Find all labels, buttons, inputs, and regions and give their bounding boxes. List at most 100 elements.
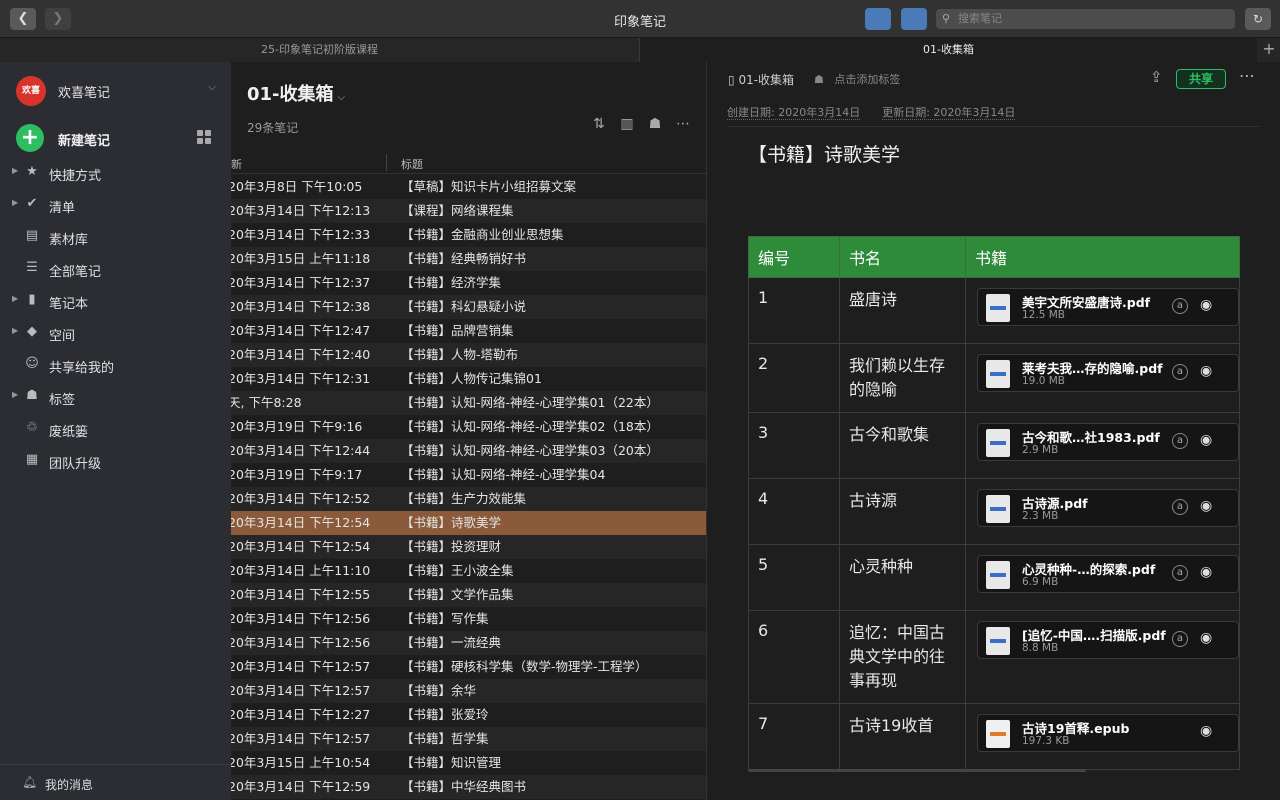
attachment[interactable]: 心灵种种-…的探索.pdf 6.9 MB a ◉ <box>977 555 1239 593</box>
note-row[interactable]: 20年3月14日 下午12:38 【书籍】科幻悬疑小说 <box>231 295 706 319</box>
sidebar-item-8[interactable]: ♲ 废纸篓 <box>0 414 231 444</box>
sidebar-item-0[interactable]: ▶ ★ 快捷方式 <box>0 158 231 188</box>
expand-arrow-icon[interactable]: ▶ <box>12 390 18 399</box>
note-row[interactable]: 20年3月14日 上午11:10 【书籍】王小波全集 <box>231 559 706 583</box>
note-row[interactable]: 20年3月14日 下午12:57 【书籍】余华 <box>231 679 706 703</box>
note-row[interactable]: 20年3月19日 下午9:17 【书籍】认知-网络-神经-心理学集04 <box>231 463 706 487</box>
tab-inbox[interactable]: 01-收集箱 <box>639 38 1257 62</box>
note-date: 天, 下午8:28 <box>231 395 302 410</box>
tag-filter-icon[interactable]: ☗ <box>641 116 669 132</box>
more-icon[interactable]: ⋯ <box>669 116 697 132</box>
sidebar-item-6[interactable]: ☺ 共享给我的 <box>0 350 231 380</box>
sidebar-item-1[interactable]: ▶ ✔ 清单 <box>0 190 231 220</box>
expand-arrow-icon[interactable]: ▶ <box>12 294 18 303</box>
sync-button[interactable]: ↻ <box>1245 8 1271 30</box>
preview-eye-icon[interactable]: ◉ <box>1200 363 1212 379</box>
note-title[interactable]: 【书籍】诗歌美学 <box>748 140 900 167</box>
note-date: 20年3月14日 下午12:54 <box>231 539 371 554</box>
note-row[interactable]: 20年3月19日 下午9:16 【书籍】认知-网络-神经-心理学集02（18本） <box>231 415 706 439</box>
note-row[interactable]: 20年3月14日 下午12:44 【书籍】认知-网络-神经-心理学集03（20本） <box>231 439 706 463</box>
note-row[interactable]: 20年3月14日 下午12:57 【书籍】哲学集 <box>231 727 706 751</box>
note-row[interactable]: 天, 下午8:28 【书籍】认知-网络-神经-心理学集01（22本） <box>231 391 706 415</box>
attachment[interactable]: [追忆-中国….扫描版.pdf 8.8 MB a ◉ <box>977 621 1239 659</box>
note-title: 【书籍】生产力效能集 <box>401 491 527 506</box>
note-row[interactable]: 20年3月14日 下午12:54 【书籍】诗歌美学 <box>231 511 706 535</box>
sidebar-item-label: 空间 <box>49 329 76 344</box>
new-tab-button[interactable]: + <box>1258 38 1280 62</box>
share-button[interactable]: 共享 <box>1176 69 1226 89</box>
view-options-icon[interactable]: ▥ <box>613 116 641 132</box>
tab-course[interactable]: 25-印象笔记初阶版课程 <box>0 38 639 62</box>
note-row[interactable]: 20年3月15日 上午10:54 【书籍】知识管理 <box>231 751 706 775</box>
notebook-selector[interactable]: ▯ 01-收集箱 <box>728 71 794 88</box>
preview-eye-icon[interactable]: ◉ <box>1200 630 1212 646</box>
attachment[interactable]: 古诗19首释.epub 197.3 KB ◉ <box>977 714 1239 752</box>
my-messages[interactable]: 🔔︎ 我的消息 <box>0 764 231 800</box>
horizontal-scrollbar[interactable] <box>748 769 1086 772</box>
note-row[interactable]: 20年3月14日 下午12:33 【书籍】金融商业创业思想集 <box>231 223 706 247</box>
annotate-icon[interactable]: a <box>1172 298 1188 314</box>
attachment-size: 2.3 MB <box>1022 510 1059 522</box>
attachment[interactable]: 古今和歌…社1983.pdf 2.9 MB a ◉ <box>977 423 1239 461</box>
note-row[interactable]: 20年3月14日 下午12:13 【课程】网络课程集 <box>231 199 706 223</box>
note-row[interactable]: 20年3月14日 下午12:59 【书籍】中华经典图书 <box>231 775 706 799</box>
attachment[interactable]: 莱考夫我…存的隐喻.pdf 19.0 MB a ◉ <box>977 354 1239 392</box>
preview-eye-icon[interactable]: ◉ <box>1200 432 1212 448</box>
add-tag-field[interactable]: ☗ 点击添加标签 <box>814 71 900 87</box>
export-icon[interactable]: ⇪ <box>1150 68 1163 86</box>
updated-date[interactable]: 更新日期: 2020年3月14日 <box>882 106 1016 120</box>
note-row[interactable]: 20年3月14日 下午12:47 【书籍】品牌营销集 <box>231 319 706 343</box>
expand-arrow-icon[interactable]: ▶ <box>12 198 18 207</box>
sort-icon[interactable]: ⇅ <box>585 116 613 132</box>
expand-arrow-icon[interactable]: ▶ <box>12 326 18 335</box>
book-number: 7 <box>748 703 840 770</box>
column-title[interactable]: 标题 <box>401 156 423 172</box>
annotate-icon[interactable]: a <box>1172 433 1188 449</box>
search-input[interactable]: ⚲ 搜索笔记 <box>936 9 1235 29</box>
sidebar-item-4[interactable]: ▶ ▮ 笔记本 <box>0 286 231 316</box>
notebook-title[interactable]: 01-收集箱 ⌵ <box>247 80 345 106</box>
more-icon[interactable]: ⋯ <box>1239 66 1255 85</box>
column-divider[interactable] <box>386 154 387 171</box>
templates-grid-icon[interactable] <box>197 130 211 144</box>
note-row[interactable]: 20年3月14日 下午12:40 【书籍】人物-塔勒布 <box>231 343 706 367</box>
sidebar-item-3[interactable]: ☰ 全部笔记 <box>0 254 231 284</box>
sidebar-item-5[interactable]: ▶ ◆ 空间 <box>0 318 231 348</box>
new-window-button[interactable] <box>901 8 927 30</box>
note-row[interactable]: 20年3月14日 下午12:56 【书籍】一流经典 <box>231 631 706 655</box>
note-row[interactable]: 20年3月15日 上午11:18 【书籍】经典畅销好书 <box>231 247 706 271</box>
annotate-icon[interactable]: a <box>1172 364 1188 380</box>
account-name: 欢喜笔记 <box>58 86 111 101</box>
preview-eye-icon[interactable]: ◉ <box>1200 297 1212 313</box>
layout-toggle-button[interactable] <box>865 8 891 30</box>
note-row[interactable]: 20年3月14日 下午12:52 【书籍】生产力效能集 <box>231 487 706 511</box>
annotate-icon[interactable]: a <box>1172 499 1188 515</box>
attachment[interactable]: 美宇文所安盛唐诗.pdf 12.5 MB a ◉ <box>977 288 1239 326</box>
note-row[interactable]: 20年3月14日 下午12:27 【书籍】张爱玲 <box>231 703 706 727</box>
sidebar-item-label: 共享给我的 <box>49 361 115 376</box>
note-row[interactable]: 20年3月14日 下午12:57 【书籍】硬核科学集（数学-物理学-工程学） <box>231 655 706 679</box>
created-date[interactable]: 创建日期: 2020年3月14日 <box>727 106 861 120</box>
note-row[interactable]: 20年3月14日 下午12:31 【书籍】人物传记集锦01 <box>231 367 706 391</box>
note-row[interactable]: 20年3月14日 下午12:55 【书籍】文学作品集 <box>231 583 706 607</box>
note-title: 【书籍】余华 <box>401 683 477 698</box>
note-date: 20年3月15日 上午11:18 <box>231 251 371 266</box>
preview-eye-icon[interactable]: ◉ <box>1200 564 1212 580</box>
note-row[interactable]: 20年3月8日 下午10:05 【草稿】知识卡片小组招募文案 <box>231 175 706 199</box>
expand-arrow-icon[interactable]: ▶ <box>12 166 18 175</box>
preview-eye-icon[interactable]: ◉ <box>1200 498 1212 514</box>
annotate-icon[interactable]: a <box>1172 565 1188 581</box>
column-updated[interactable]: 新 <box>231 156 242 172</box>
note-row[interactable]: 20年3月14日 下午12:54 【书籍】投资理财 <box>231 535 706 559</box>
annotate-icon[interactable]: a <box>1172 631 1188 647</box>
note-date: 20年3月8日 下午10:05 <box>231 179 363 194</box>
preview-eye-icon[interactable]: ◉ <box>1200 723 1212 739</box>
sidebar-item-2[interactable]: ▤ 素材库 <box>0 222 231 252</box>
note-row[interactable]: 20年3月14日 下午12:56 【书籍】写作集 <box>231 607 706 631</box>
account-switcher[interactable]: 欢喜 欢喜笔记 ⌵ <box>16 76 226 106</box>
sidebar-item-9[interactable]: ▦ 团队升级 <box>0 446 231 476</box>
note-row[interactable]: 20年3月14日 下午12:37 【书籍】经济学集 <box>231 271 706 295</box>
new-note-button[interactable]: + 新建笔记 <box>16 124 226 152</box>
sidebar-item-7[interactable]: ▶ ☗ 标签 <box>0 382 231 412</box>
attachment[interactable]: 古诗源.pdf 2.3 MB a ◉ <box>977 489 1239 527</box>
